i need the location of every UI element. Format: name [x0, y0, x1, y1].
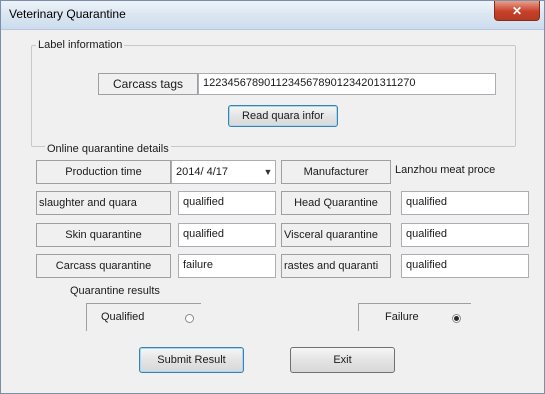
failure-option[interactable]: Failure [358, 303, 471, 331]
close-icon: ✕ [511, 3, 523, 18]
label-information-group [31, 45, 516, 147]
carcass-quarantine-label: Carcass quarantine [36, 254, 171, 278]
quarantine-results-title: Quarantine results [68, 285, 162, 297]
skin-quarantine-field[interactable]: qualified [178, 223, 276, 247]
head-quarantine-label: Head Quarantine [281, 191, 391, 215]
production-time-label: Production time [36, 160, 171, 184]
wastes-quarantine-label: rastes and quaranti [281, 254, 391, 278]
visceral-quarantine-label: Visceral quarantine [281, 223, 391, 247]
exit-button[interactable]: Exit [290, 347, 395, 373]
qualified-radio[interactable] [185, 314, 194, 323]
qualified-label: Qualified [101, 311, 145, 323]
carcass-quarantine-field[interactable]: failure [178, 254, 276, 278]
manufacturer-label: Manufacturer [281, 160, 391, 184]
client-area: Label information Carcass tags 122345678… [8, 30, 537, 387]
failure-radio[interactable] [452, 314, 461, 323]
close-button[interactable]: ✕ [494, 1, 540, 21]
slaughter-quarantine-field[interactable]: qualified [178, 191, 276, 215]
wastes-quarantine-field[interactable]: qualified [401, 254, 529, 278]
slaughter-quarantine-label: slaughter and quara [36, 191, 171, 215]
manufacturer-field[interactable]: Lanzhou meat proce [391, 160, 529, 184]
chevron-down-icon[interactable]: ▼ [261, 167, 275, 177]
head-quarantine-field[interactable]: qualified [401, 191, 529, 215]
read-quarantine-info-button[interactable]: Read quara infor [228, 105, 338, 127]
skin-quarantine-label: Skin quarantine [36, 223, 171, 247]
window-title: Veterinary Quarantine [9, 7, 126, 21]
title-bar[interactable]: Veterinary Quarantine ✕ [1, 1, 544, 30]
online-quarantine-title: Online quarantine details [45, 143, 171, 155]
submit-result-button[interactable]: Submit Result [139, 347, 244, 373]
production-time-value: 2014/ 4/17 [176, 166, 228, 178]
carcass-tags-field[interactable]: 12234567890112345678901234201311270 [198, 73, 496, 95]
qualified-option[interactable]: Qualified [86, 303, 201, 331]
quarantine-window: Veterinary Quarantine ✕ Label informatio… [0, 0, 545, 394]
label-information-title: Label information [36, 39, 125, 51]
production-time-picker[interactable]: 2014/ 4/17 ▼ [171, 160, 276, 184]
failure-label: Failure [385, 311, 419, 323]
visceral-quarantine-field[interactable]: qualified [401, 223, 529, 247]
carcass-tags-label: Carcass tags [98, 73, 198, 95]
